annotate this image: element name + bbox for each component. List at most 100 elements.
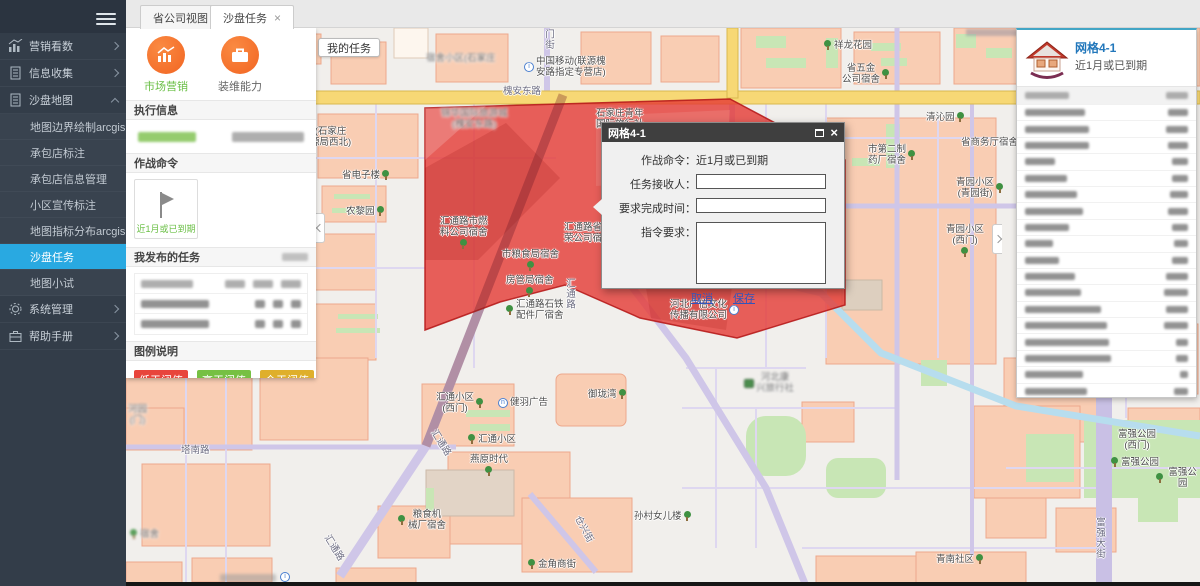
section-header-execution: 执行信息: [126, 100, 316, 120]
indicator-row: [1017, 138, 1196, 154]
blurred-cell: [1025, 240, 1053, 247]
indicator-table: [1017, 86, 1196, 398]
sidebar-subitem[interactable]: 地图指标分布arcgis: [0, 218, 126, 244]
blurred-text: [232, 132, 304, 142]
legend-button[interactable]: 介于阈值: [260, 370, 314, 378]
left-panel-collapse-button[interactable]: [315, 213, 325, 243]
indicator-row: [1017, 253, 1196, 269]
legend-button[interactable]: 低于阈值: [134, 370, 188, 378]
tab[interactable]: 沙盘任务 ×: [210, 5, 294, 29]
indicator-row: [1017, 367, 1196, 383]
dialog-field-row: 指令要求：: [612, 222, 834, 284]
indicator-row: [1017, 236, 1196, 252]
house-icon: [1025, 38, 1069, 80]
doc-icon: [8, 66, 23, 80]
more-link-blurred[interactable]: [282, 253, 308, 261]
chevron-right-icon: [993, 235, 1001, 243]
action-label: 装维能力: [218, 78, 262, 94]
grid-info-panel: 网格4-1 近1月或已到期: [1016, 28, 1197, 398]
table-row: [135, 294, 307, 314]
sidebar-item[interactable]: 帮助手册: [0, 323, 126, 350]
published-tasks-table: [134, 273, 308, 335]
blurred-cell: [273, 300, 283, 308]
maximize-icon[interactable]: [815, 129, 824, 137]
sidebar-header: [0, 0, 126, 33]
hamburger-menu-icon[interactable]: [96, 10, 116, 28]
blurred-cell: [281, 280, 301, 288]
blurred-cell: [1166, 126, 1188, 133]
field-static-value: 近1月或已到期: [696, 150, 768, 168]
sidebar-item[interactable]: 信息收集: [0, 60, 126, 87]
field-label: 作战命令：: [612, 150, 696, 168]
sidebar-subitem[interactable]: 沙盘任务: [0, 244, 126, 270]
close-icon[interactable]: ×: [830, 127, 838, 138]
indicator-row: [1017, 171, 1196, 187]
indicator-row: [1017, 105, 1196, 121]
field-label: 指令要求：: [612, 222, 696, 240]
quick-action-button[interactable]: 装维能力: [214, 36, 266, 94]
blurred-cell: [291, 320, 301, 328]
info-panel-subtitle: 近1月或已到期: [1075, 57, 1147, 73]
sidebar-item-label: 系统管理: [29, 301, 112, 317]
indicator-row: [1017, 384, 1196, 398]
sidebar-subitem[interactable]: 承包店标注: [0, 140, 126, 166]
dialog-title-bar[interactable]: 网格4-1 ×: [602, 123, 844, 142]
dialog-field-row: 作战命令：近1月或已到期: [612, 150, 834, 168]
sidebar-item[interactable]: 营销看数: [0, 33, 126, 60]
sidebar-item-label: 帮助手册: [29, 328, 112, 344]
my-tasks-button[interactable]: 我的任务: [318, 38, 380, 57]
field-label: 要求完成时间：: [612, 198, 696, 216]
blurred-cell: [273, 320, 283, 328]
blurred-cell: [225, 280, 245, 288]
field-textarea[interactable]: [696, 222, 826, 284]
blurred-cell: [255, 320, 265, 328]
dialog-field-row: 要求完成时间：: [612, 198, 834, 216]
indicator-row: [1017, 187, 1196, 203]
blurred-cell: [1025, 109, 1085, 116]
tab-label: 省公司视图: [153, 10, 208, 26]
field-input[interactable]: [696, 198, 826, 213]
section-header-legend: 图例说明: [126, 341, 316, 361]
blurred-cell: [1174, 388, 1188, 395]
legend-button[interactable]: 高于阈值: [197, 370, 251, 378]
action-label: 市场营销: [144, 78, 188, 94]
sidebar-subitem[interactable]: 地图边界绘制arcgis: [0, 114, 126, 140]
sidebar-subitem[interactable]: 地图小试: [0, 270, 126, 296]
indicator-row: [1017, 302, 1196, 318]
sidebar-item-label: 信息收集: [29, 65, 112, 81]
command-flag-card[interactable]: 近1月或已到期: [134, 179, 198, 239]
indicator-row: [1017, 285, 1196, 301]
indicator-table-header: [1017, 87, 1196, 105]
blurred-cell: [1025, 388, 1087, 395]
save-link[interactable]: 保存: [733, 290, 755, 306]
indicator-row: [1017, 154, 1196, 170]
tab-label: 沙盘任务: [223, 10, 267, 26]
tab-close-icon[interactable]: ×: [274, 13, 281, 23]
blurred-cell: [1025, 306, 1101, 313]
right-panel-collapse-button[interactable]: [992, 224, 1002, 254]
blurred-header-cell: [1166, 92, 1188, 99]
tab[interactable]: 省公司视图: [140, 5, 221, 29]
cancel-link[interactable]: 取消: [691, 290, 713, 306]
indicator-row: [1017, 121, 1196, 137]
sidebar-item[interactable]: 沙盘地图: [0, 87, 126, 114]
blurred-cell: [1025, 273, 1075, 280]
sidebar-item[interactable]: 系统管理: [0, 296, 126, 323]
chart-circle-icon: [147, 36, 185, 74]
blurred-text: [138, 132, 196, 142]
blurred-cell: [1025, 257, 1059, 264]
blurred-cell: [1025, 355, 1111, 362]
blurred-cell: [141, 300, 209, 308]
blurred-cell: [1025, 142, 1089, 149]
quick-action-button[interactable]: 市场营销: [140, 36, 192, 94]
blurred-cell: [1168, 142, 1188, 149]
field-input[interactable]: [696, 174, 826, 189]
info-panel-title[interactable]: 网格4-1: [1075, 39, 1116, 56]
chevron-right-icon: [111, 42, 119, 50]
blurred-cell: [1172, 158, 1188, 165]
sidebar-subitem[interactable]: 承包店信息管理: [0, 166, 126, 192]
sidebar-item-label: 营销看数: [29, 38, 112, 54]
sidebar-subitem[interactable]: 小区宣传标注: [0, 192, 126, 218]
section-header-my-tasks: 我发布的任务: [126, 247, 316, 267]
flag-icon: [158, 192, 174, 218]
